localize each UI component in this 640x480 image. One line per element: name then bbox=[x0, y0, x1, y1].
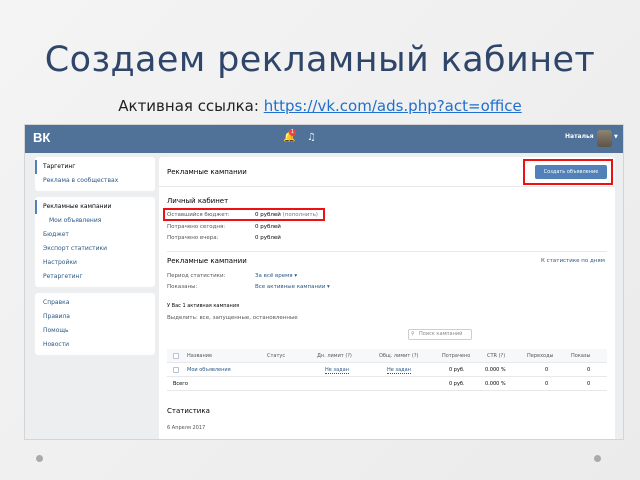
period-select[interactable]: За всё время ▾ bbox=[255, 273, 297, 279]
slide-title: Создаем рекламный кабинет bbox=[44, 40, 596, 80]
views-value: 0 bbox=[587, 367, 591, 373]
slide-dot-right bbox=[594, 455, 601, 462]
col-clicks[interactable]: Переходы bbox=[527, 353, 554, 359]
sidebar-item-help[interactable]: Помощь bbox=[35, 324, 155, 338]
page-title: Рекламные кампании bbox=[167, 168, 247, 176]
ctr-value: 0.000 % bbox=[485, 367, 506, 373]
active-count: У Вас 1 активная кампания bbox=[167, 303, 240, 309]
sidebar-item-settings[interactable]: Настройки bbox=[35, 256, 155, 270]
screenshot-frame: ВК 🔔 1 ♫ Наталья ▼ Таргетинг Реклама в с… bbox=[24, 124, 624, 440]
col-views[interactable]: Показы bbox=[571, 353, 591, 359]
vk-logo-icon[interactable]: ВК bbox=[33, 130, 50, 145]
sidebar-item-rules[interactable]: Правила bbox=[35, 310, 155, 324]
col-ctr[interactable]: CTR (?) bbox=[487, 353, 505, 359]
sidebar-item-community-ads[interactable]: Реклама в сообществах bbox=[35, 174, 155, 188]
select-all-checkbox[interactable] bbox=[173, 353, 179, 359]
sidebar-item-targeting[interactable]: Таргетинг bbox=[35, 160, 155, 174]
total-ctr: 0.000 % bbox=[485, 381, 506, 387]
spent-today-value: 0 рублей bbox=[255, 224, 281, 230]
sidebar-item-retargeting[interactable]: Ретаргетинг bbox=[35, 270, 155, 284]
spent-yesterday-value: 0 рублей bbox=[255, 235, 281, 241]
total-limit-value[interactable]: Не задан bbox=[387, 367, 411, 374]
clicks-value: 0 bbox=[545, 367, 549, 373]
sidebar-group-help: Справка Правила Помощь Новости bbox=[35, 293, 155, 355]
sidebar-group-campaigns: Рекламные кампании Мои объявления Бюджет… bbox=[35, 197, 155, 287]
divider bbox=[167, 251, 607, 252]
sidebar-item-campaigns[interactable]: Рекламные кампании bbox=[35, 200, 155, 214]
subtitle-prefix: Активная ссылка: bbox=[118, 97, 264, 115]
spent-value: 0 руб. bbox=[449, 367, 465, 373]
user-name[interactable]: Наталья bbox=[565, 133, 594, 140]
highlight-create-button bbox=[523, 159, 613, 185]
highlight-budget bbox=[163, 208, 325, 221]
period-label: Период статистики: bbox=[167, 273, 226, 279]
filter-selector[interactable]: Выделить: все, запущенные, остановленные bbox=[167, 315, 298, 321]
subtitle: Активная ссылка: https://vk.com/ads.php?… bbox=[0, 97, 640, 115]
total-spent: 0 руб. bbox=[449, 381, 465, 387]
slide-dot-left bbox=[36, 455, 43, 462]
avatar[interactable] bbox=[597, 130, 612, 147]
main-panel: Рекламные кампании Создать объявление Ли… bbox=[159, 157, 615, 439]
day-limit-value[interactable]: Не задан bbox=[325, 367, 349, 374]
search-input[interactable]: Поиск кампаний bbox=[408, 329, 472, 340]
sidebar-item-export[interactable]: Экспорт статистики bbox=[35, 242, 155, 256]
total-label: Всего bbox=[173, 381, 188, 387]
campaigns-table: Название Статус Дн. лимит (?) Общ. лимит… bbox=[167, 349, 607, 391]
sidebar-item-my-ads[interactable]: Мои объявления bbox=[35, 214, 155, 228]
campaign-name[interactable]: Мои объявления bbox=[187, 367, 231, 373]
chevron-down-icon[interactable]: ▼ bbox=[614, 134, 618, 140]
notification-badge: 1 bbox=[289, 129, 296, 136]
col-total-limit[interactable]: Общ. лимит (?) bbox=[379, 353, 418, 359]
shown-select[interactable]: Все активные кампании ▾ bbox=[255, 284, 330, 290]
sidebar-item-news[interactable]: Новости bbox=[35, 338, 155, 352]
sidebar-group-targeting: Таргетинг Реклама в сообществах bbox=[35, 157, 155, 191]
total-views: 0 bbox=[587, 381, 591, 387]
col-day-limit[interactable]: Дн. лимит (?) bbox=[317, 353, 352, 359]
stats-date: 6 Апреля 2017 bbox=[167, 425, 206, 431]
cabinet-title: Личный кабинет bbox=[167, 197, 229, 205]
music-icon[interactable]: ♫ bbox=[307, 132, 316, 143]
sidebar-item-budget[interactable]: Бюджет bbox=[35, 228, 155, 242]
col-name[interactable]: Название bbox=[187, 353, 212, 359]
col-spent[interactable]: Потрачено bbox=[442, 353, 470, 359]
table-header: Название Статус Дн. лимит (?) Общ. лимит… bbox=[167, 349, 607, 363]
office-link[interactable]: https://vk.com/ads.php?act=office bbox=[264, 97, 522, 115]
sidebar: Таргетинг Реклама в сообществах Рекламны… bbox=[35, 157, 155, 361]
campaigns-title: Рекламные кампании bbox=[167, 257, 247, 265]
total-clicks: 0 bbox=[545, 381, 549, 387]
sidebar-item-reference[interactable]: Справка bbox=[35, 296, 155, 310]
table-total-row: Всего 0 руб. 0.000 % 0 0 bbox=[167, 377, 607, 391]
stats-by-day-link[interactable]: К статистике по дням bbox=[541, 258, 605, 264]
table-row: Мои объявления Не задан Не задан 0 руб. … bbox=[167, 363, 607, 377]
stats-title: Статистика bbox=[167, 407, 210, 415]
shown-label: Показаны: bbox=[167, 284, 198, 290]
col-status[interactable]: Статус bbox=[267, 353, 285, 359]
vk-header: ВК 🔔 1 ♫ Наталья ▼ bbox=[25, 125, 623, 153]
spent-yesterday-label: Потрачено вчера: bbox=[167, 235, 219, 241]
row-checkbox[interactable] bbox=[173, 367, 179, 373]
spent-today-label: Потрачено сегодня: bbox=[167, 224, 226, 230]
